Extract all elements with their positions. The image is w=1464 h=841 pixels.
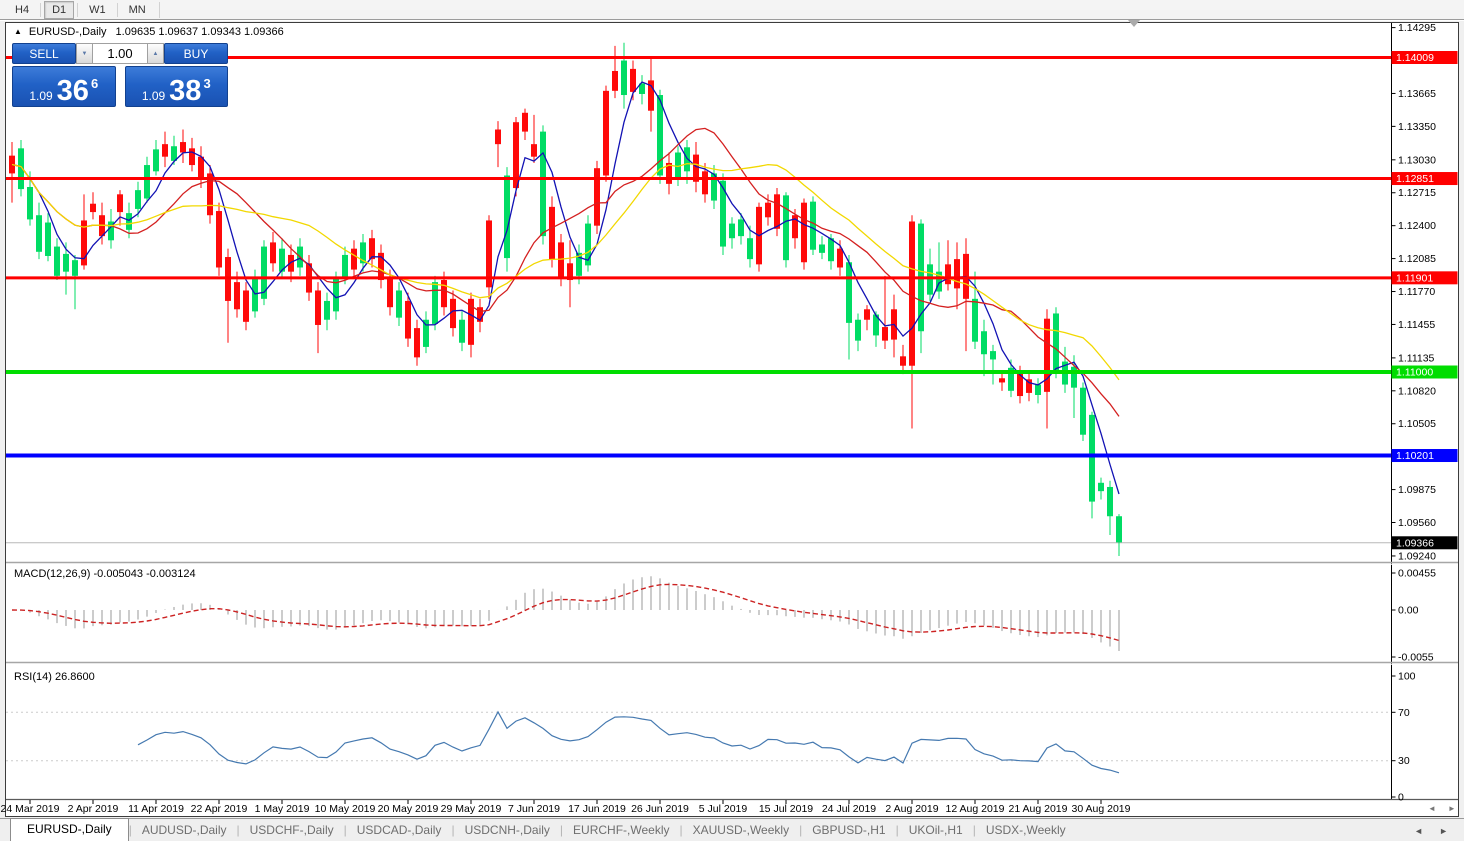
buy-price-display[interactable]: 1.09 38 3 [125, 66, 229, 107]
buy-price-pipette: 3 [203, 77, 210, 90]
symbol-tab-bar: EURUSD-,Daily|AUDUSD-,Daily|USDCHF-,Dail… [0, 818, 1464, 841]
symbol-tab-usdcad-daily[interactable]: USDCAD-,Daily [347, 820, 452, 841]
symbol-tab-usdchf-daily[interactable]: USDCHF-,Daily [240, 820, 344, 841]
symbol-tab-usdcnh-daily[interactable]: USDCNH-,Daily [455, 820, 560, 841]
chart-title-ohlc: 1.09635 1.09637 1.09343 1.09366 [116, 26, 284, 38]
macd-pane[interactable] [7, 566, 1391, 661]
timeframe-d1-button[interactable]: D1 [44, 1, 74, 19]
symbol-tab-gbpusd-h1[interactable]: GBPUSD-,H1 [802, 820, 895, 841]
sell-price-pips: 36 [57, 80, 89, 102]
buy-price-pips: 38 [169, 80, 201, 102]
macd-indicator-label: MACD(12,26,9) -0.005043 -0.003124 [14, 568, 196, 580]
toolbar-separator [40, 3, 41, 17]
window-collapse-icon[interactable]: ▲ [14, 28, 22, 36]
sell-price-base: 1.09 [29, 90, 52, 102]
chart-title-symbol: EURUSD-,Daily [29, 26, 107, 38]
rsi-pane[interactable] [7, 665, 1391, 799]
volume-input[interactable]: 1.00 [93, 43, 147, 64]
timeframe-toolbar: H4 D1 W1 MN [0, 0, 1464, 20]
symbol-tab-eurusd-daily[interactable]: EURUSD-,Daily [10, 818, 129, 841]
sell-price-display[interactable]: 1.09 36 6 [12, 66, 116, 107]
symbol-tab-usdx-weekly[interactable]: USDX-,Weekly [976, 820, 1076, 841]
tab-scroll-left-icon[interactable]: ◄ [1414, 826, 1423, 836]
buy-price-base: 1.09 [142, 90, 165, 102]
toolbar-separator [77, 3, 78, 17]
symbol-tab-audusd-daily[interactable]: AUDUSD-,Daily [132, 820, 237, 841]
tab-scroll-right-icon[interactable]: ► [1439, 826, 1448, 836]
trading-terminal: H4 D1 W1 MN 1.140091.128511.119011.11000… [0, 0, 1464, 841]
time-axis[interactable] [7, 800, 1391, 817]
chart-scroll-left-icon[interactable]: ◄ [1428, 804, 1436, 813]
rsi-indicator-label: RSI(14) 26.8600 [14, 671, 95, 683]
sell-price-pipette: 6 [91, 77, 98, 90]
sell-button[interactable]: SELL [12, 43, 76, 64]
timeframe-w1-button[interactable]: W1 [81, 1, 114, 19]
symbol-tab-eurchf-weekly[interactable]: EURCHF-,Weekly [563, 820, 679, 841]
price-axis[interactable] [1392, 23, 1458, 799]
chart-scroll-right-icon[interactable]: ► [1448, 804, 1456, 813]
chart-shift-marker-icon[interactable] [1128, 20, 1140, 27]
volume-decrease-button[interactable]: ▼ [76, 43, 93, 64]
symbol-tab-xauusd-weekly[interactable]: XAUUSD-,Weekly [683, 820, 799, 841]
chart-scroll-arrows: ◄ ► [1428, 804, 1456, 813]
symbol-tab-ukoil-h1[interactable]: UKOil-,H1 [899, 820, 973, 841]
timeframe-mn-button[interactable]: MN [121, 1, 154, 19]
toolbar-group-separator [159, 2, 160, 18]
buy-button[interactable]: BUY [164, 43, 228, 64]
tab-scroll-arrows: ◄ ► [1414, 826, 1448, 836]
chart-title: ▲ EURUSD-,Daily 1.09635 1.09637 1.09343 … [14, 26, 284, 38]
one-click-trading-panel: SELL ▼ 1.00 ▲ BUY 1.09 36 6 1.09 38 3 [12, 43, 228, 107]
timeframe-h4-button[interactable]: H4 [7, 1, 37, 19]
toolbar-separator [117, 3, 118, 17]
volume-increase-button[interactable]: ▲ [147, 43, 164, 64]
